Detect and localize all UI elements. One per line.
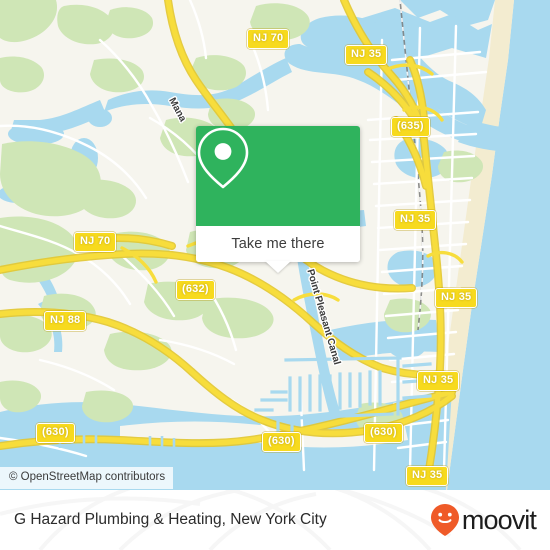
shield-nj-70-west[interactable]: NJ 70 (74, 232, 117, 252)
shield-cr-630-centre[interactable]: (630) (262, 432, 301, 452)
map-attribution[interactable]: © OpenStreetMap contributors (0, 467, 174, 489)
shield-nj-35-south[interactable]: NJ 35 (406, 466, 449, 486)
moovit-logo[interactable]: moovit (430, 503, 537, 537)
shield-cr-630-west[interactable]: (630) (36, 423, 75, 443)
popup-pin-area (196, 126, 360, 226)
moovit-smiley-pin-icon (430, 504, 459, 536)
location-popup-card[interactable]: Take me there (196, 126, 360, 262)
shield-nj-70-north[interactable]: NJ 70 (247, 29, 290, 49)
moovit-map-screenshot: NJ 70 NJ 35 (635) NJ 35 NJ 70 (632) NJ 3… (0, 0, 550, 550)
footer-bar: G Hazard Plumbing & Heating, New York Ci… (0, 490, 550, 550)
map-pin-icon (197, 127, 249, 189)
shield-cr-635[interactable]: (635) (391, 117, 430, 137)
shield-nj-35-north[interactable]: NJ 35 (345, 45, 388, 65)
shield-nj-35-mid[interactable]: NJ 35 (435, 288, 478, 308)
shield-cr-630-east[interactable]: (630) (364, 423, 403, 443)
shield-nj-35-lower-mid[interactable]: NJ 35 (417, 371, 460, 391)
shield-nj-35-upper-mid[interactable]: NJ 35 (394, 210, 437, 230)
shield-nj-88[interactable]: NJ 88 (44, 311, 87, 331)
map-canvas[interactable]: NJ 70 NJ 35 (635) NJ 35 NJ 70 (632) NJ 3… (0, 0, 550, 490)
moovit-wordmark: moovit (461, 504, 537, 535)
page-title: G Hazard Plumbing & Heating, New York Ci… (14, 511, 327, 528)
popup-pointer-tail (265, 261, 291, 273)
shield-cr-632[interactable]: (632) (176, 280, 215, 300)
take-me-there-button[interactable]: Take me there (196, 226, 360, 262)
